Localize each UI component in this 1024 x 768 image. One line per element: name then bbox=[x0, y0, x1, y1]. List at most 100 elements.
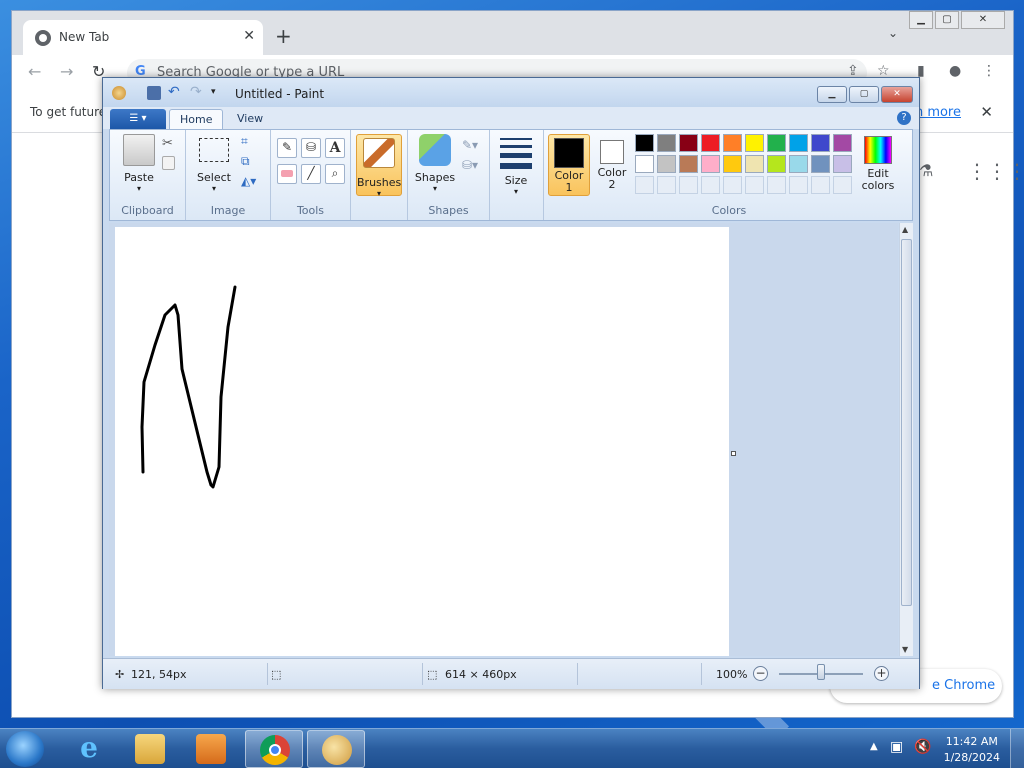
fill-icon[interactable]: ⛁▾ bbox=[462, 158, 480, 176]
paint-app-icon[interactable] bbox=[112, 86, 126, 100]
taskbar-paint[interactable] bbox=[307, 730, 365, 768]
forward-arrow-icon[interactable]: → bbox=[60, 62, 73, 81]
pencil-icon[interactable]: ✎ bbox=[277, 138, 297, 158]
custom-color-slot[interactable] bbox=[701, 176, 720, 194]
info-close-icon[interactable]: ✕ bbox=[980, 103, 993, 121]
color-picker-icon[interactable]: ╱ bbox=[301, 164, 321, 184]
tab-search-chevron-icon[interactable]: ⌄ bbox=[888, 26, 898, 40]
brushes-button[interactable]: Brushes ▾ bbox=[356, 134, 402, 198]
network-icon[interactable]: ▣ bbox=[890, 739, 903, 755]
chrome-menu-icon[interactable]: ⋮ bbox=[982, 63, 996, 79]
customize-quick-access-icon[interactable]: ▾ bbox=[211, 86, 225, 100]
minimize-button[interactable]: ▁ bbox=[817, 86, 847, 103]
text-tool-icon[interactable]: A bbox=[325, 138, 345, 158]
palette-swatch[interactable] bbox=[723, 134, 742, 152]
tab-home[interactable]: Home bbox=[169, 109, 224, 129]
palette-swatch[interactable] bbox=[811, 155, 830, 173]
palette-swatch[interactable] bbox=[635, 134, 654, 152]
palette-swatch[interactable] bbox=[701, 134, 720, 152]
palette-swatch[interactable] bbox=[701, 155, 720, 173]
taskbar-file-explorer[interactable] bbox=[121, 730, 179, 768]
canvas-resize-handle-right[interactable] bbox=[731, 451, 736, 456]
copy-icon[interactable] bbox=[162, 156, 175, 170]
palette-swatch[interactable] bbox=[657, 134, 676, 152]
new-tab-button[interactable]: + bbox=[275, 24, 292, 48]
show-desktop-button[interactable] bbox=[1010, 729, 1024, 768]
maximize-button[interactable]: ▢ bbox=[849, 86, 879, 103]
file-menu-button[interactable]: ☰ ▾ bbox=[110, 109, 166, 129]
google-apps-icon[interactable]: ⋮⋮⋮ bbox=[967, 159, 1024, 183]
palette-swatch[interactable] bbox=[745, 134, 764, 152]
edit-colors-button[interactable]: Edit colors bbox=[856, 134, 900, 196]
palette-swatch[interactable] bbox=[767, 155, 786, 173]
palette-swatch[interactable] bbox=[657, 155, 676, 173]
custom-color-slot[interactable] bbox=[811, 176, 830, 194]
custom-color-slot[interactable] bbox=[767, 176, 786, 194]
palette-swatch[interactable] bbox=[833, 155, 852, 173]
help-icon[interactable]: ? bbox=[897, 111, 911, 125]
custom-color-slot[interactable] bbox=[723, 176, 742, 194]
custom-color-slot[interactable] bbox=[833, 176, 852, 194]
labs-flask-icon[interactable]: ⚗ bbox=[919, 161, 933, 180]
palette-swatch[interactable] bbox=[635, 155, 654, 173]
resize-icon[interactable]: ⧉ bbox=[241, 154, 259, 172]
save-icon[interactable] bbox=[147, 86, 161, 100]
eraser-icon[interactable] bbox=[277, 164, 297, 184]
palette-swatch[interactable] bbox=[679, 155, 698, 173]
chrome-minimize-button[interactable]: ▁ bbox=[909, 11, 933, 29]
custom-color-slot[interactable] bbox=[745, 176, 764, 194]
drawing-canvas[interactable] bbox=[115, 227, 729, 656]
paste-dropdown-icon: ▾ bbox=[136, 184, 141, 193]
undo-icon[interactable]: ↶ bbox=[168, 85, 182, 100]
profile-avatar-icon[interactable]: ● bbox=[949, 63, 961, 79]
tab-close-icon[interactable]: ✕ bbox=[243, 28, 255, 44]
vertical-scrollbar[interactable]: ▲ ▼ bbox=[899, 223, 913, 656]
custom-color-slot[interactable] bbox=[789, 176, 808, 194]
zoom-in-button[interactable]: + bbox=[874, 666, 889, 681]
show-hidden-icons-arrow[interactable]: ▲ bbox=[870, 741, 878, 752]
custom-color-slot[interactable] bbox=[657, 176, 676, 194]
zoom-slider-thumb[interactable] bbox=[817, 664, 825, 680]
volume-muted-icon[interactable]: 🔇 bbox=[914, 739, 931, 755]
crop-icon[interactable]: ⌗ bbox=[241, 134, 259, 152]
taskbar-media-player[interactable] bbox=[182, 730, 240, 768]
color1-button[interactable]: Color 1 bbox=[548, 134, 590, 196]
chrome-close-button[interactable]: ✕ bbox=[961, 11, 1005, 29]
select-button[interactable]: Select ▾ bbox=[192, 134, 236, 193]
start-button[interactable] bbox=[6, 731, 44, 767]
palette-swatch[interactable] bbox=[789, 134, 808, 152]
redo-icon[interactable]: ↷ bbox=[190, 85, 204, 100]
chrome-maximize-button[interactable]: ▢ bbox=[935, 11, 959, 29]
outline-icon[interactable]: ✎▾ bbox=[462, 138, 480, 156]
rotate-icon[interactable]: ◭▾ bbox=[241, 174, 259, 192]
palette-swatch[interactable] bbox=[723, 155, 742, 173]
palette-swatch[interactable] bbox=[811, 134, 830, 152]
shapes-button[interactable]: Shapes ▾ bbox=[412, 134, 458, 193]
palette-swatch[interactable] bbox=[833, 134, 852, 152]
chrome-favicon-icon bbox=[35, 30, 51, 46]
fill-bucket-icon[interactable]: ⛁ bbox=[301, 138, 321, 158]
tab-new-tab[interactable]: New Tab ✕ bbox=[23, 20, 263, 55]
scroll-down-arrow-icon[interactable]: ▼ bbox=[902, 645, 908, 654]
custom-color-slot[interactable] bbox=[679, 176, 698, 194]
close-button[interactable]: ✕ bbox=[881, 86, 913, 103]
scroll-up-arrow-icon[interactable]: ▲ bbox=[902, 225, 908, 234]
taskbar-internet-explorer[interactable]: e bbox=[60, 730, 118, 768]
scrollbar-thumb[interactable] bbox=[901, 239, 912, 606]
paste-button[interactable]: Paste ▾ bbox=[118, 134, 160, 193]
tab-view[interactable]: View bbox=[227, 109, 273, 129]
cut-icon[interactable]: ✂ bbox=[162, 136, 180, 154]
info-message: To get future bbox=[30, 105, 107, 119]
system-clock[interactable]: 11:42 AM 1/28/2024 bbox=[944, 734, 1000, 766]
size-button[interactable]: Size ▾ bbox=[496, 134, 536, 196]
back-arrow-icon[interactable]: ← bbox=[28, 62, 41, 81]
custom-color-slot[interactable] bbox=[635, 176, 654, 194]
palette-swatch[interactable] bbox=[767, 134, 786, 152]
taskbar-chrome[interactable] bbox=[245, 730, 303, 768]
palette-swatch[interactable] bbox=[679, 134, 698, 152]
magnifier-icon[interactable]: ⌕ bbox=[325, 164, 345, 184]
zoom-out-button[interactable]: − bbox=[753, 666, 768, 681]
palette-swatch[interactable] bbox=[789, 155, 808, 173]
palette-swatch[interactable] bbox=[745, 155, 764, 173]
color2-button[interactable]: Color 2 bbox=[592, 134, 632, 196]
